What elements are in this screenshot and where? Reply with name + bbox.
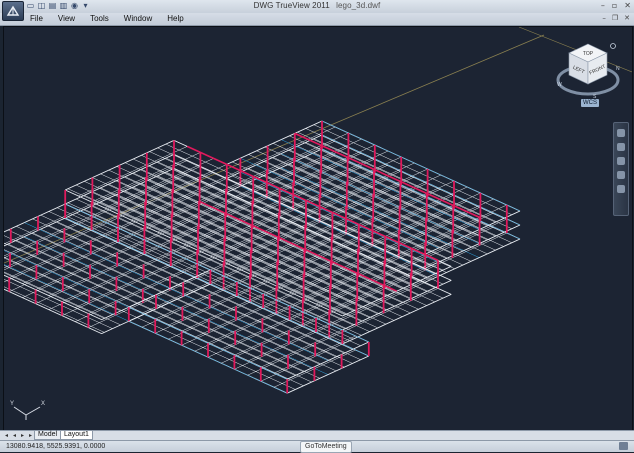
ucs-icon: Y X xyxy=(10,401,45,420)
doc-close-icon[interactable]: ✕ xyxy=(624,14,630,22)
pan-icon[interactable] xyxy=(617,143,625,151)
beam xyxy=(305,128,504,219)
zoom-icon[interactable] xyxy=(617,157,625,165)
beam xyxy=(240,185,439,277)
last-tab-icon[interactable]: ▸ xyxy=(27,431,34,440)
doc-minimize-icon[interactable]: – xyxy=(602,14,606,22)
layout-tabs-bar: ◂ ◂ ▸ ▸ Model Layout1 xyxy=(0,430,634,440)
document-window-controls: – ❐ ✕ xyxy=(602,14,630,22)
ucs-x-axis xyxy=(25,406,41,416)
menu-file[interactable]: File xyxy=(30,14,43,24)
viewcube[interactable]: TOP LEFT FRONT N W S xyxy=(555,38,621,104)
navigation-bar xyxy=(613,122,629,216)
prev-tab-icon[interactable]: ◂ xyxy=(11,431,18,440)
beam xyxy=(321,134,521,226)
tray-icon[interactable] xyxy=(619,442,628,450)
cursor-coordinates: 13080.9418, 5525.9391, 0.0000 xyxy=(6,443,106,450)
maximize-icon[interactable]: ▫ xyxy=(612,1,617,11)
title-bar: ▭ ◫ ▤ ▥ ◉ ▾ DWG TrueView 2011 lego_3d.dw… xyxy=(0,0,634,21)
wcs-menu[interactable]: WCS xyxy=(581,99,599,107)
beam xyxy=(281,153,480,244)
beam xyxy=(4,264,129,322)
compass-north-label: N xyxy=(616,66,620,72)
3d-structure-drawing xyxy=(4,27,632,394)
status-bar: 13080.9418, 5525.9391, 0.0000 GoToMeetin… xyxy=(0,440,634,453)
home-icon[interactable] xyxy=(610,43,616,49)
ucs-x-label: X xyxy=(41,401,45,407)
menu-tools[interactable]: Tools xyxy=(90,14,109,24)
close-icon[interactable]: ✕ xyxy=(624,1,631,11)
ucs-y-label: Y xyxy=(10,401,14,407)
compass-west-label: W xyxy=(557,82,562,88)
menu-bar: File View Tools Window Help – ❐ ✕ xyxy=(0,13,634,26)
beam xyxy=(321,120,521,212)
application-menu-button[interactable] xyxy=(2,1,24,21)
beam xyxy=(264,174,463,266)
document-name: lego_3d.dwf xyxy=(336,1,381,10)
doc-restore-icon[interactable]: ❐ xyxy=(612,14,618,22)
viewcube-top-label: TOP xyxy=(583,51,594,57)
minimize-icon[interactable]: – xyxy=(601,1,605,11)
beam xyxy=(281,139,480,230)
window-controls: – ▫ ✕ xyxy=(601,1,631,11)
tab-model[interactable]: Model xyxy=(34,431,62,440)
slab-edge xyxy=(4,288,102,335)
first-tab-icon[interactable]: ◂ xyxy=(3,431,10,440)
beam xyxy=(4,217,66,247)
drawing-viewport[interactable] xyxy=(3,26,633,432)
next-tab-icon[interactable]: ▸ xyxy=(19,431,26,440)
beam xyxy=(297,131,496,223)
beam xyxy=(281,167,480,258)
tab-navigation: ◂ ◂ ▸ ▸ xyxy=(3,431,34,440)
window-title: DWG TrueView 2011 lego_3d.dwf xyxy=(0,1,634,10)
steering-wheel-icon[interactable] xyxy=(617,129,625,137)
menu-window[interactable]: Window xyxy=(124,14,152,24)
beam xyxy=(305,142,504,233)
orbit-icon[interactable] xyxy=(617,171,625,179)
beam xyxy=(4,272,105,319)
app-title: DWG TrueView 2011 xyxy=(253,1,330,10)
menu-help[interactable]: Help xyxy=(167,14,183,24)
ucs-y-axis xyxy=(13,406,27,416)
slab-edge xyxy=(4,217,66,247)
gotomeeting-button[interactable]: GoToMeeting xyxy=(300,441,352,453)
beam xyxy=(297,145,496,237)
beam xyxy=(313,138,512,229)
showmotion-icon[interactable] xyxy=(617,185,625,193)
tab-layout1[interactable]: Layout1 xyxy=(60,431,93,440)
beam xyxy=(313,124,512,215)
dwg-logo-icon xyxy=(6,5,20,16)
menu-view[interactable]: View xyxy=(58,14,75,24)
